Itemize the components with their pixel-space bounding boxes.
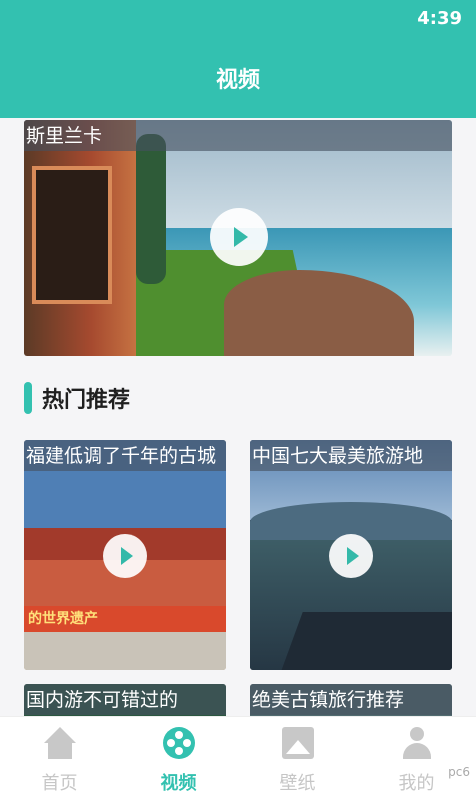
featured-video-title: 斯里兰卡 xyxy=(24,120,452,151)
tab-video[interactable]: 视频 xyxy=(119,717,238,797)
video-reel-icon xyxy=(163,727,195,759)
hero-thumbnail-train xyxy=(24,120,136,356)
bottom-tab-bar: 首页 视频 壁纸 我的 pc6 xyxy=(0,716,476,797)
thumbnail-roof xyxy=(277,612,452,670)
video-card-title: 福建低调了千年的古城 xyxy=(24,440,226,471)
video-card-title: 绝美古镇旅行推荐 xyxy=(250,684,452,715)
tab-label: 首页 xyxy=(41,773,78,794)
thumbnail-ground xyxy=(24,632,226,670)
section-title: 热门推荐 xyxy=(42,388,131,413)
tab-label: 壁纸 xyxy=(279,773,316,794)
video-card[interactable]: 的世界遗产 福建低调了千年的古城 xyxy=(24,440,226,670)
tab-label: 视频 xyxy=(160,773,197,794)
page-title: 视频 xyxy=(215,68,260,93)
video-card[interactable]: 绝美古镇旅行推荐 xyxy=(250,684,452,716)
watermark: pc6 xyxy=(448,765,470,779)
content-scroll[interactable]: 斯里兰卡 热门推荐 的世界遗产 福建低调了千年的古城 中国七大最美旅游地 国内游… xyxy=(0,118,476,716)
video-card[interactable]: 国内游不可错过的 xyxy=(24,684,226,716)
tab-me[interactable]: 我的 xyxy=(357,717,476,797)
section-accent-bar xyxy=(24,382,32,414)
play-icon[interactable] xyxy=(329,534,373,578)
home-icon xyxy=(44,727,76,759)
play-icon[interactable] xyxy=(210,208,268,266)
video-card-title: 国内游不可错过的 xyxy=(24,684,226,715)
user-icon xyxy=(401,727,433,759)
app-header: 4:39 视频 xyxy=(0,0,476,118)
tab-wallpaper[interactable]: 壁纸 xyxy=(238,717,357,797)
featured-video-card[interactable]: 斯里兰卡 xyxy=(24,120,452,356)
hero-thumbnail-person xyxy=(136,134,166,284)
video-card[interactable]: 中国七大最美旅游地 xyxy=(250,440,452,670)
thumbnail-banner-text: 的世界遗产 xyxy=(24,606,226,632)
train-window xyxy=(32,166,112,304)
video-card-title: 中国七大最美旅游地 xyxy=(250,440,452,471)
image-icon xyxy=(282,727,314,759)
tab-home[interactable]: 首页 xyxy=(0,717,119,797)
status-time: 4:39 xyxy=(417,8,462,29)
play-icon[interactable] xyxy=(103,534,147,578)
